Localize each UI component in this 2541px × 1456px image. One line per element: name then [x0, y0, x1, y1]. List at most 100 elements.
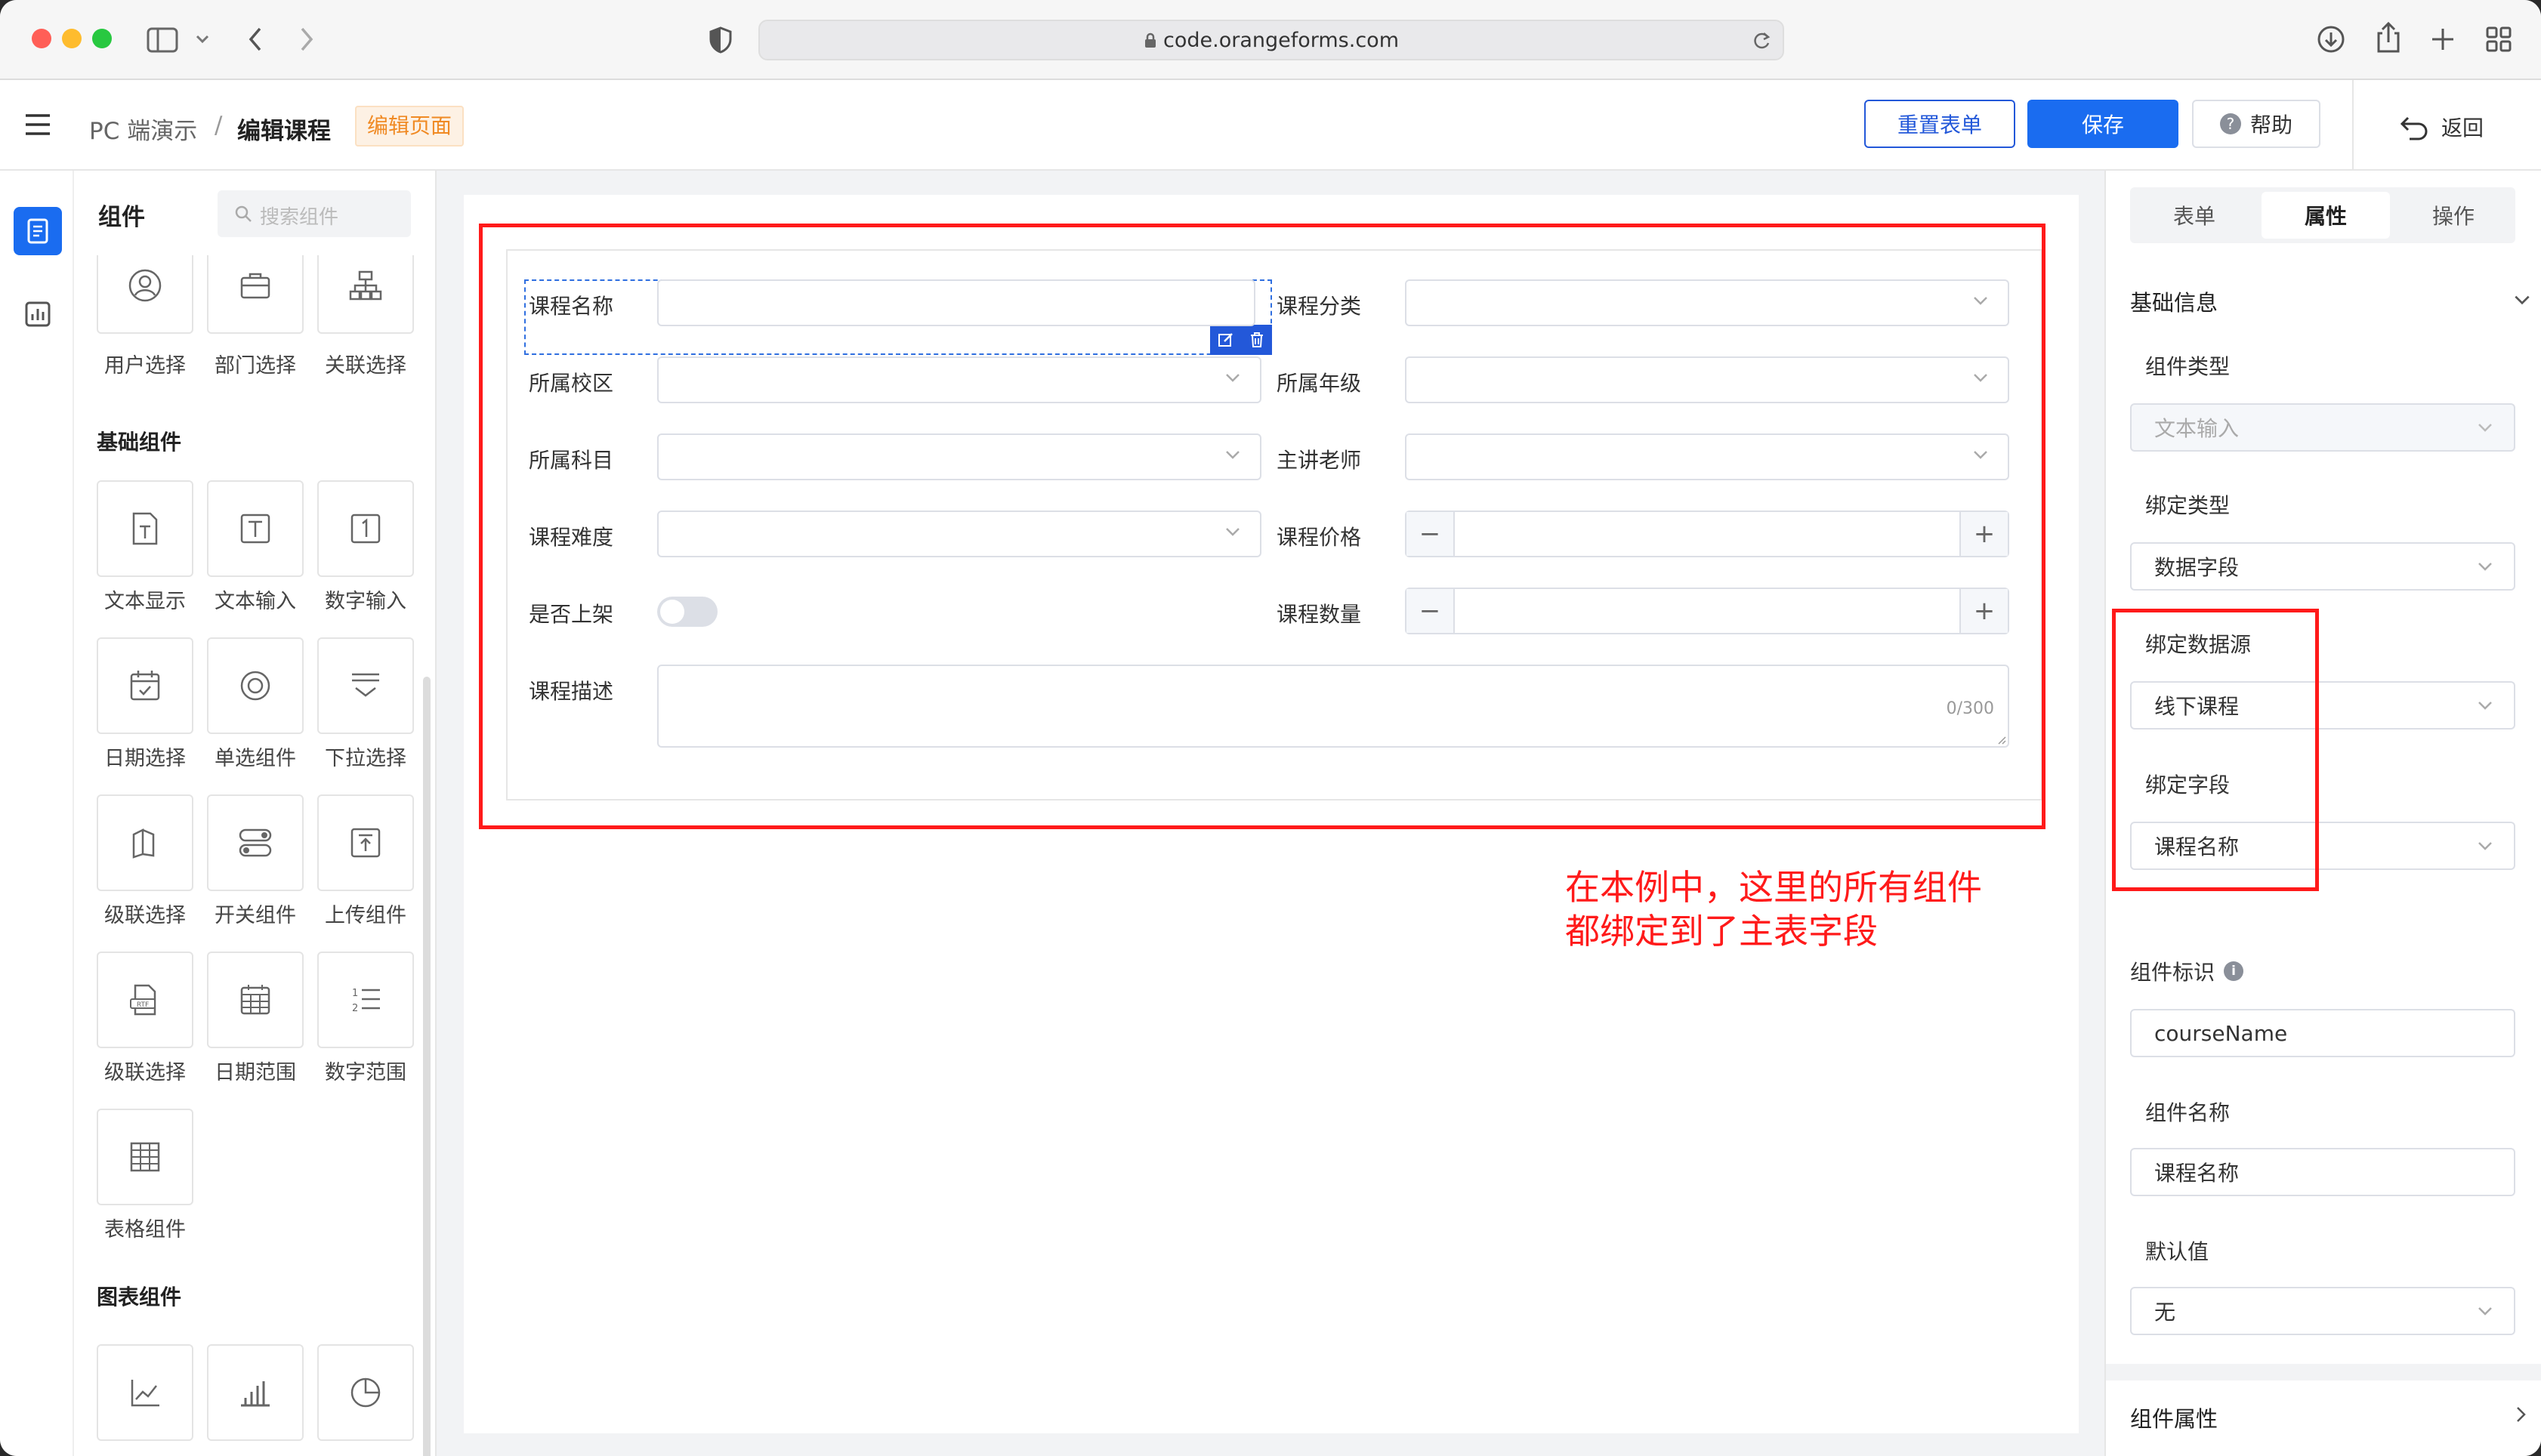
- tab-properties[interactable]: 属性: [2262, 192, 2390, 239]
- back-button[interactable]: 返回: [2399, 109, 2484, 145]
- chart-board-icon: [25, 301, 51, 327]
- forward-arrow-icon[interactable]: [298, 26, 316, 53]
- zoom-window-button[interactable]: [92, 29, 112, 48]
- address-bar[interactable]: code.orangeforms.com: [758, 20, 1784, 60]
- palette-number-input[interactable]: [317, 480, 414, 577]
- palette-switch[interactable]: [207, 794, 304, 891]
- palette-label: 日期范围: [215, 1061, 296, 1084]
- component-name-input[interactable]: 课程名称: [2130, 1148, 2515, 1196]
- label-default-value: 默认值: [2145, 1239, 2209, 1264]
- shield-icon[interactable]: [709, 26, 733, 54]
- chevron-down-icon: [2478, 702, 2492, 710]
- close-window-button[interactable]: [32, 29, 51, 48]
- palette-cascader[interactable]: [97, 794, 193, 891]
- component-search-input[interactable]: 搜索组件: [218, 190, 411, 237]
- palette-text-input[interactable]: [207, 480, 304, 577]
- map-fold-icon: [132, 828, 155, 859]
- table-icon: [130, 1142, 160, 1172]
- palette-label: 数字范围: [325, 1061, 406, 1084]
- info-icon[interactable]: i: [2224, 961, 2244, 981]
- lock-icon: [1145, 32, 1156, 48]
- reset-form-button[interactable]: 重置表单: [1864, 100, 2015, 148]
- annotation-text: 在本例中，这里的所有组件 都绑定到了主表字段: [1565, 865, 1982, 953]
- section-title: 基础信息: [2130, 290, 2218, 316]
- bind-type-select[interactable]: 数据字段: [2130, 542, 2515, 591]
- app-header: PC 端演示 / 编辑课程 编辑页面 重置表单 保存 ? 帮助 返回: [0, 80, 2541, 171]
- svg-text:2: 2: [352, 1003, 358, 1014]
- sidebar-toggle-icon[interactable]: [147, 27, 178, 53]
- palette-text-display[interactable]: [97, 480, 193, 577]
- text-doc-icon: [132, 512, 158, 545]
- rtf-icon: RTF: [130, 984, 156, 1016]
- palette-table[interactable]: [97, 1109, 193, 1205]
- pie-chart-icon: [350, 1377, 381, 1408]
- label-component-name: 组件名称: [2145, 1100, 2231, 1125]
- browser-toolbar: code.orangeforms.com: [0, 0, 2541, 80]
- palette-label: 数字输入: [325, 590, 406, 613]
- palette-date-picker[interactable]: [97, 637, 193, 734]
- palette-label: 上传组件: [325, 904, 406, 927]
- calendar-grid-icon: [240, 985, 270, 1015]
- palette-radio[interactable]: [207, 637, 304, 734]
- component-palette: 组件 搜索组件 用户选择 部门选择 关联选择 基础组件 文本显示 文本输入 数字…: [74, 171, 437, 1456]
- palette-label: 开关组件: [215, 904, 296, 927]
- palette-rich-text[interactable]: RTF: [97, 952, 193, 1048]
- rail-item-form-design[interactable]: [14, 207, 62, 255]
- download-icon[interactable]: [2316, 24, 2346, 54]
- field-value: 无: [2154, 1300, 2176, 1325]
- url-text: code.orangeforms.com: [760, 29, 1783, 52]
- palette-number-range[interactable]: 12: [317, 952, 414, 1048]
- help-button[interactable]: ? 帮助: [2192, 100, 2320, 148]
- radio-icon: [240, 671, 270, 701]
- chevron-down-icon: [2478, 842, 2492, 850]
- palette-pie-chart[interactable]: [317, 1344, 414, 1441]
- rail-item-report[interactable]: [14, 290, 62, 338]
- component-id-label-row: 组件标识 i: [2130, 956, 2244, 986]
- text-box-icon: [240, 514, 270, 544]
- group-title-chart: 图表组件: [97, 1285, 182, 1309]
- chevron-down-icon: [2478, 1307, 2492, 1316]
- breadcrumb-root[interactable]: PC 端演示: [89, 112, 197, 146]
- chevron-down-icon: [2478, 563, 2492, 571]
- palette-header: 组件 搜索组件: [74, 171, 435, 255]
- back-arrow-icon[interactable]: [246, 26, 264, 53]
- reload-icon[interactable]: [1751, 30, 1772, 51]
- chevron-down-icon[interactable]: [195, 33, 210, 45]
- palette-line-chart[interactable]: [97, 1344, 193, 1441]
- palette-upload[interactable]: [317, 794, 414, 891]
- palette-label: 文本输入: [215, 590, 296, 613]
- palette-dropdown[interactable]: [317, 637, 414, 734]
- palette-label: 下拉选择: [325, 747, 406, 770]
- component-type-select: 文本输入: [2130, 403, 2515, 452]
- palette-label: 用户选择: [104, 354, 186, 378]
- section-title: 组件属性: [2130, 1406, 2218, 1432]
- palette-label: 表格组件: [104, 1218, 186, 1242]
- default-value-select[interactable]: 无: [2130, 1287, 2515, 1335]
- tab-overview-icon[interactable]: [2485, 26, 2512, 53]
- new-tab-icon[interactable]: [2429, 26, 2456, 53]
- palette-label: 文本显示: [104, 590, 186, 613]
- component-id-input[interactable]: courseName: [2130, 1009, 2515, 1057]
- palette-bar-chart[interactable]: [207, 1344, 304, 1441]
- search-icon: [235, 205, 252, 222]
- section-component-attrs[interactable]: 组件属性: [2106, 1380, 2541, 1456]
- section-basic-info[interactable]: 基础信息: [2106, 269, 2541, 331]
- header-divider: [2352, 80, 2354, 169]
- label-component-type: 组件类型: [2145, 354, 2231, 379]
- palette-date-range[interactable]: [207, 952, 304, 1048]
- save-button[interactable]: 保存: [2027, 100, 2178, 148]
- share-icon[interactable]: [2375, 21, 2402, 54]
- toggle-icon: [239, 828, 272, 857]
- palette-scrollbar[interactable]: [423, 677, 431, 1456]
- number-box-icon: [350, 514, 381, 544]
- user-icon: [128, 269, 162, 302]
- back-label: 返回: [2441, 116, 2484, 140]
- tab-actions[interactable]: 操作: [2391, 187, 2515, 243]
- menu-icon[interactable]: [24, 113, 51, 136]
- upload-icon: [350, 828, 381, 858]
- svg-text:1: 1: [352, 988, 358, 999]
- minimize-window-button[interactable]: [62, 29, 82, 48]
- field-value: 文本输入: [2154, 416, 2240, 441]
- line-chart-icon: [131, 1380, 159, 1407]
- tab-form[interactable]: 表单: [2130, 187, 2258, 243]
